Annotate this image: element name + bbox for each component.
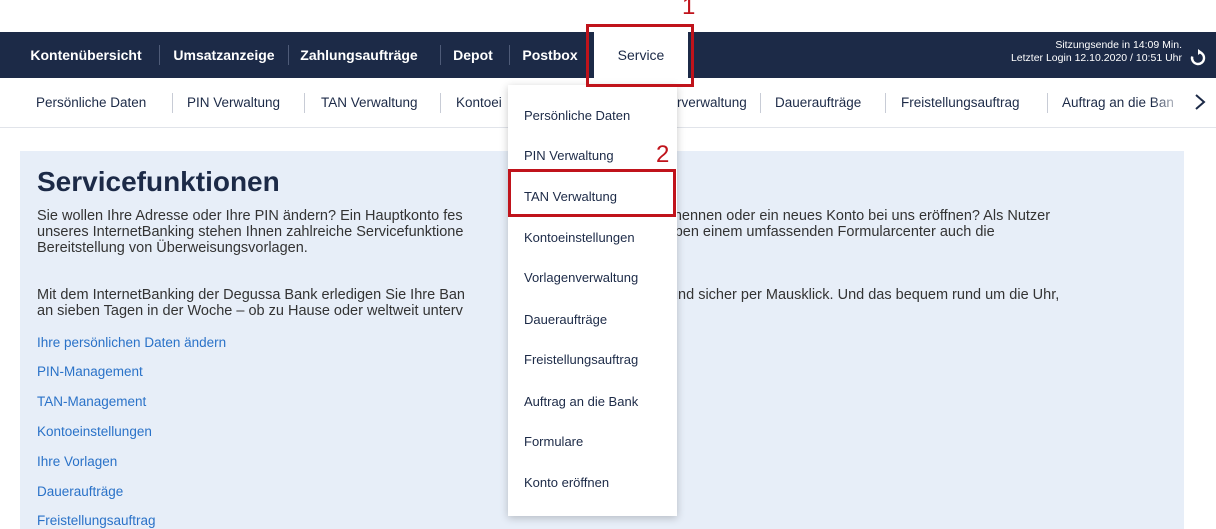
link-dauerauftraege[interactable]: Daueraufträge xyxy=(37,484,123,499)
nav-postbox[interactable]: Postbox xyxy=(519,32,581,78)
link-pin-management[interactable]: PIN-Management xyxy=(37,364,143,379)
link-freistellungsauftrag[interactable]: Freistellungsauftrag xyxy=(37,513,156,528)
annotation-marker-2: 2 xyxy=(656,141,670,168)
subnav-separator xyxy=(885,93,886,113)
info-text-left: Mit dem InternetBanking der Degussa Bank… xyxy=(37,287,465,303)
link-kontoeinstellungen[interactable]: Kontoeinstellungen xyxy=(37,424,152,439)
menu-item-freistellungsauftrag[interactable]: Freistellungsauftrag xyxy=(524,352,638,367)
subnav-separator xyxy=(304,93,305,113)
nav-separator xyxy=(159,45,160,65)
subnav-persoenliche-daten[interactable]: Persönliche Daten xyxy=(36,78,146,127)
nav-zahlungsauftraege[interactable]: Zahlungsaufträge xyxy=(296,32,422,78)
nav-depot[interactable]: Depot xyxy=(446,32,500,78)
subnav-pin-verwaltung[interactable]: PIN Verwaltung xyxy=(187,78,280,127)
link-vorlagen[interactable]: Ihre Vorlagen xyxy=(37,454,117,469)
intro-text-left: Sie wollen Ihre Adresse oder Ihre PIN än… xyxy=(37,208,463,224)
subnav-separator xyxy=(1047,93,1048,113)
page-title: Servicefunktionen xyxy=(37,166,280,197)
menu-item-dauerauftraege[interactable]: Daueraufträge xyxy=(524,312,607,327)
session-timeout-text: Sitzungsende in 14:09 Min. xyxy=(1055,39,1182,51)
refresh-session-icon[interactable] xyxy=(1189,49,1207,67)
intro-text-left: unseres InternetBanking stehen Ihnen zah… xyxy=(37,224,464,240)
menu-item-auftrag-an-die-bank[interactable]: Auftrag an die Bank xyxy=(524,394,638,409)
intro-text-right: viduell benennen oder ein neues Konto be… xyxy=(612,208,1051,224)
nav-kontenuebersicht[interactable]: Kontenübersicht xyxy=(24,32,148,78)
nav-separator xyxy=(509,45,510,65)
menu-item-pin-verwaltung[interactable]: PIN Verwaltung xyxy=(524,148,614,163)
last-login-text: Letzter Login 12.10.2020 / 10:51 Uhr xyxy=(1010,52,1182,64)
annotation-box-tan-verwaltung xyxy=(508,169,676,217)
subnav-kontoeinstellungen[interactable]: Kontoei xyxy=(456,78,508,127)
menu-item-persoenliche-daten[interactable]: Persönliche Daten xyxy=(524,108,630,123)
menu-item-konto-eroeffnen[interactable]: Konto eröffnen xyxy=(524,475,609,490)
intro-text-left: Bereitstellung von Überweisungsvorlagen. xyxy=(37,240,308,256)
annotation-marker-1: 1 xyxy=(682,0,696,20)
annotation-box-service xyxy=(586,24,694,87)
session-info: Sitzungsende in 14:09 Min. Letzter Login… xyxy=(1011,39,1182,65)
subnav-separator xyxy=(440,93,441,113)
menu-item-vorlagenverwaltung[interactable]: Vorlagenverwaltung xyxy=(524,270,638,285)
subnav-freistellungsauftrag[interactable]: Freistellungsauftrag xyxy=(901,78,1020,127)
service-dropdown-menu: Persönliche Daten PIN Verwaltung TAN Ver… xyxy=(508,85,677,516)
info-text-left: an sieben Tagen in der Woche – ob zu Hau… xyxy=(37,303,463,319)
subnav-tan-verwaltung[interactable]: TAN Verwaltung xyxy=(321,78,418,127)
info-text-right: stenlos und sicher per Mausklick. Und da… xyxy=(620,287,1060,303)
chevron-right-icon[interactable] xyxy=(1190,92,1210,112)
nav-separator xyxy=(440,45,441,65)
menu-item-formulare[interactable]: Formulare xyxy=(524,434,583,449)
link-tan-management[interactable]: TAN-Management xyxy=(37,394,146,409)
subnav-separator xyxy=(172,93,173,113)
subnav-dauerauftraege[interactable]: Daueraufträge xyxy=(775,78,861,127)
link-persoenliche-daten[interactable]: Ihre persönlichen Daten ändern xyxy=(37,335,226,350)
subnav-separator xyxy=(760,93,761,113)
nav-umsatzanzeige[interactable]: Umsatzanzeige xyxy=(170,32,278,78)
menu-item-kontoeinstellungen[interactable]: Kontoeinstellungen xyxy=(524,230,635,245)
subnav-fade xyxy=(1152,79,1186,126)
nav-separator xyxy=(288,45,289,65)
